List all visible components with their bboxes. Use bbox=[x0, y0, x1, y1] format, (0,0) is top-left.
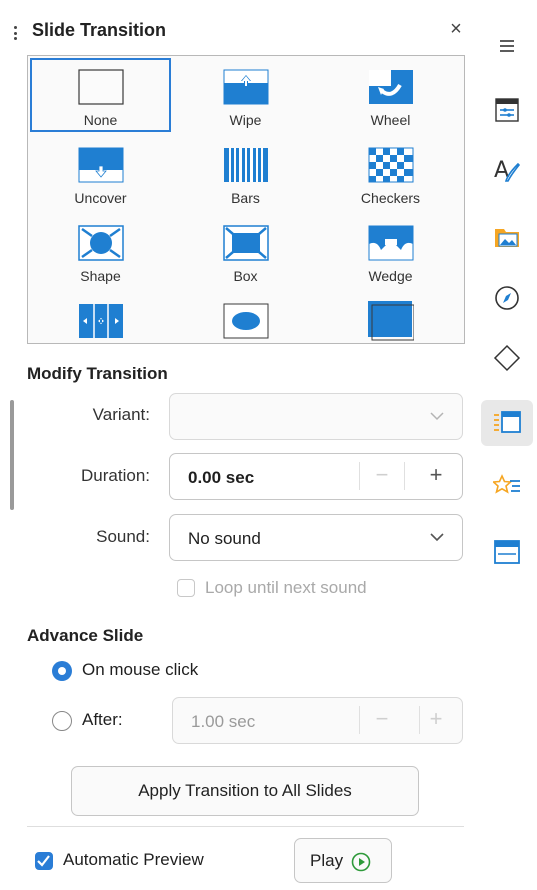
transition-none[interactable]: None bbox=[30, 58, 171, 132]
loop-checkbox[interactable] bbox=[177, 579, 195, 597]
on-mouse-click-label: On mouse click bbox=[82, 660, 199, 679]
after-radio[interactable] bbox=[52, 711, 72, 731]
transition-label: Bars bbox=[231, 190, 260, 206]
automatic-preview-checkbox[interactable] bbox=[35, 852, 53, 870]
duration-decrement-button[interactable]: − bbox=[362, 462, 402, 488]
navigator-icon[interactable] bbox=[493, 284, 521, 312]
wedge-icon bbox=[367, 224, 415, 262]
fade-icon bbox=[367, 301, 415, 341]
transition-wheel[interactable]: Wheel bbox=[320, 58, 461, 132]
transition-oval[interactable] bbox=[175, 292, 316, 343]
transition-box[interactable]: Box bbox=[175, 214, 316, 288]
transition-label: Wipe bbox=[229, 112, 262, 128]
on-mouse-click-radio[interactable] bbox=[52, 661, 72, 681]
shapes-icon[interactable] bbox=[493, 344, 521, 372]
wheel-icon bbox=[367, 68, 415, 106]
oval-icon bbox=[222, 302, 270, 340]
gallery-icon[interactable] bbox=[493, 223, 521, 251]
duration-label: Duration: bbox=[81, 466, 150, 485]
after-decrement-button[interactable]: − bbox=[362, 706, 402, 732]
sound-label: Sound: bbox=[96, 527, 150, 546]
shape-icon bbox=[77, 224, 125, 262]
transition-split[interactable] bbox=[30, 292, 171, 343]
play-button[interactable]: Play bbox=[294, 838, 392, 883]
transition-uncover[interactable]: Uncover bbox=[30, 136, 171, 210]
sound-dropdown[interactable]: No sound bbox=[169, 514, 463, 561]
animation-icon[interactable] bbox=[493, 472, 521, 500]
checkers-icon bbox=[367, 146, 415, 184]
play-label: Play bbox=[310, 851, 344, 870]
advance-slide-heading: Advance Slide bbox=[27, 626, 144, 645]
after-value: 1.00 sec bbox=[191, 712, 256, 731]
loop-label: Loop until next sound bbox=[205, 578, 367, 597]
transition-wipe[interactable]: Wipe bbox=[175, 58, 316, 132]
close-button[interactable]: × bbox=[446, 18, 466, 41]
slide-transition-icon[interactable] bbox=[493, 408, 521, 436]
transition-gallery: None Wipe Wheel Uncover Bars Checkers Sh… bbox=[27, 55, 465, 344]
play-icon bbox=[351, 852, 371, 877]
duration-value: 0.00 sec bbox=[188, 468, 255, 487]
menu-icon[interactable] bbox=[493, 32, 521, 60]
wipe-icon bbox=[222, 68, 270, 106]
splitter-handle[interactable] bbox=[10, 400, 14, 510]
chevron-down-icon bbox=[430, 529, 444, 545]
transition-label: Checkers bbox=[360, 190, 421, 206]
variant-label: Variant: bbox=[92, 405, 150, 424]
apply-to-all-slides-button[interactable]: Apply Transition to All Slides bbox=[71, 766, 419, 816]
panel-title: Slide Transition bbox=[32, 20, 167, 40]
transition-checkers[interactable]: Checkers bbox=[320, 136, 461, 210]
transition-label: Wheel bbox=[370, 112, 411, 128]
modify-transition-heading: Modify Transition bbox=[27, 364, 168, 383]
after-increment-button[interactable]: + bbox=[416, 706, 456, 732]
transition-label: Shape bbox=[80, 268, 121, 284]
panel-grip-handle[interactable] bbox=[14, 26, 17, 40]
duration-increment-button[interactable]: + bbox=[416, 462, 456, 488]
automatic-preview-label: Automatic Preview bbox=[63, 850, 204, 869]
transition-label: Uncover bbox=[74, 190, 127, 206]
transition-bars[interactable]: Bars bbox=[175, 136, 316, 210]
bars-icon bbox=[222, 146, 270, 184]
transition-label: None bbox=[83, 112, 118, 128]
variant-dropdown[interactable] bbox=[169, 393, 463, 440]
none-icon bbox=[77, 68, 125, 106]
box-icon bbox=[222, 224, 270, 262]
transition-label: Wedge bbox=[368, 268, 413, 284]
transition-fade[interactable] bbox=[320, 292, 461, 343]
chevron-down-icon bbox=[430, 408, 444, 424]
after-label: After: bbox=[82, 710, 123, 729]
after-spinbox[interactable]: 1.00 sec − + bbox=[172, 697, 463, 744]
sound-value: No sound bbox=[188, 529, 261, 548]
styles-icon[interactable]: A bbox=[493, 156, 521, 184]
divider bbox=[27, 826, 464, 827]
transition-shape[interactable]: Shape bbox=[30, 214, 171, 288]
transition-label: Box bbox=[233, 268, 258, 284]
master-slides-icon[interactable] bbox=[493, 538, 521, 566]
properties-icon[interactable] bbox=[493, 96, 521, 124]
transition-wedge[interactable]: Wedge bbox=[320, 214, 461, 288]
uncover-icon bbox=[77, 146, 125, 184]
duration-spinbox[interactable]: 0.00 sec − + bbox=[169, 453, 463, 500]
split-icon bbox=[77, 302, 125, 340]
